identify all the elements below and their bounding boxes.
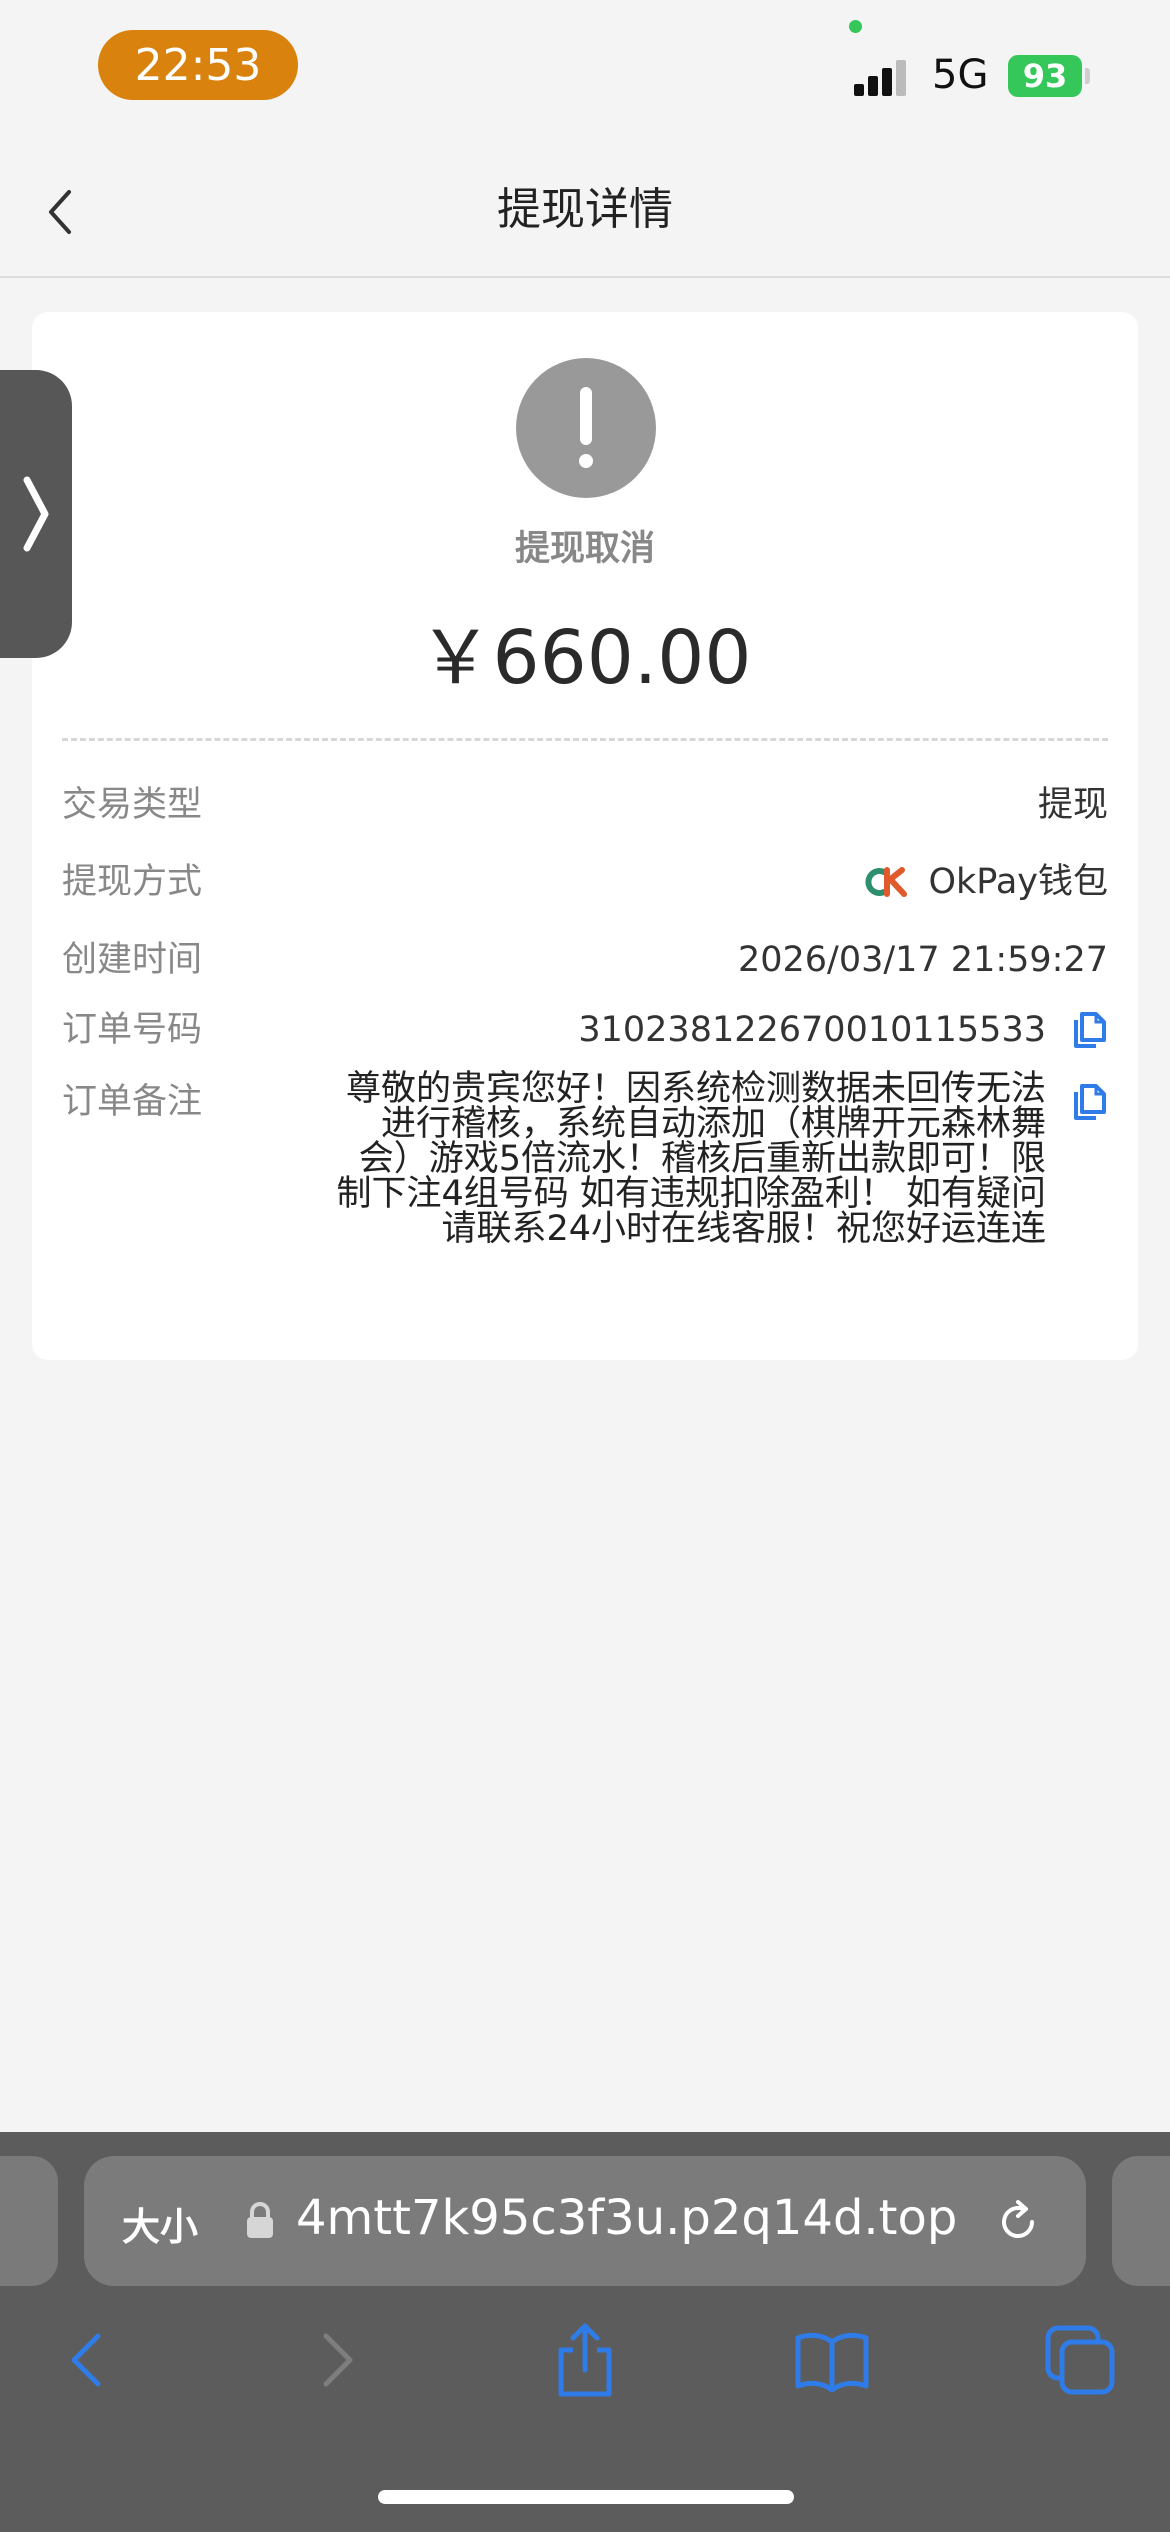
- withdraw-status: 提现取消: [514, 529, 655, 569]
- okpay-label: OkPay钱包: [928, 862, 1108, 902]
- row-label: 订单备注: [62, 1082, 203, 1122]
- row-create-time: 创建时间 2026/03/17 21:59:27: [62, 930, 1108, 990]
- page-title: 提现详情: [497, 184, 673, 235]
- row-label: 创建时间: [62, 940, 203, 980]
- chevron-right-icon: [323, 2333, 353, 2387]
- share-icon: [558, 2323, 612, 2397]
- chevron-right-icon: [23, 476, 49, 552]
- status-bar: 22:53 5G 93: [0, 0, 1170, 150]
- remark-text: 尊敬的贵宾您好！因系统检测数据未回传无法进行稽核，系统自动添加（棋牌开元森林舞会…: [336, 1069, 1046, 1249]
- row-transaction-type: 交易类型 提现: [62, 775, 1108, 835]
- row-value: 2026/03/17 21:59:27: [737, 940, 1108, 980]
- row-withdraw-method: 提现方式 OkPay钱包: [62, 852, 1108, 912]
- copy-icon[interactable]: [1068, 1010, 1108, 1050]
- text-size-button[interactable]: 大小: [122, 2196, 198, 2251]
- row-value: 提现: [1037, 785, 1108, 825]
- reload-icon[interactable]: [992, 2196, 1044, 2248]
- row-value: OkPay钱包: [864, 852, 1108, 912]
- signal-icon: [854, 56, 914, 96]
- url-text: 4mtt7k95c3f3u.p2q14d.top: [296, 2190, 958, 2246]
- battery-icon: [1085, 68, 1090, 84]
- row-label: 交易类型: [62, 785, 203, 825]
- next-tab-chip[interactable]: [1112, 2156, 1170, 2286]
- address-bar[interactable]: 大小 4mtt7k95c3f3u.p2q14d.top: [84, 2156, 1086, 2286]
- row-order-number: 订单号码 310238122670010115533: [62, 1000, 1108, 1060]
- lock-icon: [247, 2202, 273, 2238]
- browser-back-button[interactable]: [46, 2320, 126, 2400]
- row-value: 310238122670010115533: [578, 1010, 1046, 1050]
- battery-level: 93: [1008, 55, 1082, 97]
- previous-tab-chip[interactable]: [0, 2156, 58, 2286]
- tabs-button[interactable]: [1040, 2320, 1120, 2400]
- exclamation-icon: [516, 358, 656, 498]
- row-label: 提现方式: [62, 862, 203, 902]
- browser-forward-button[interactable]: [298, 2320, 378, 2400]
- chevron-left-icon: [71, 2333, 101, 2387]
- row-label: 订单号码: [62, 1010, 203, 1050]
- bookmarks-button[interactable]: [792, 2320, 872, 2400]
- privacy-indicator-dot: [849, 20, 862, 33]
- row-order-remark: 订单备注 尊敬的贵宾您好！因系统检测数据未回传无法进行稽核，系统自动添加（棋牌开…: [62, 1072, 1108, 1332]
- status-time: 22:53: [98, 30, 298, 100]
- withdraw-detail-card: 提现取消 ￥660.00 交易类型 提现 提现方式 OkPay钱包 创建时间 2…: [32, 312, 1138, 1360]
- dashed-divider: [62, 738, 1108, 741]
- book-icon: [795, 2332, 869, 2392]
- network-type: 5G: [932, 52, 989, 98]
- copy-icon[interactable]: [1068, 1082, 1108, 1122]
- nav-bar: 提现详情: [0, 150, 1170, 278]
- okpay-logo-icon: [865, 867, 908, 897]
- tabs-icon: [1045, 2325, 1115, 2395]
- withdraw-amount: ￥660.00: [418, 615, 752, 701]
- share-button[interactable]: [545, 2320, 625, 2400]
- side-expand-tab[interactable]: [0, 370, 72, 658]
- home-indicator: [378, 2490, 794, 2504]
